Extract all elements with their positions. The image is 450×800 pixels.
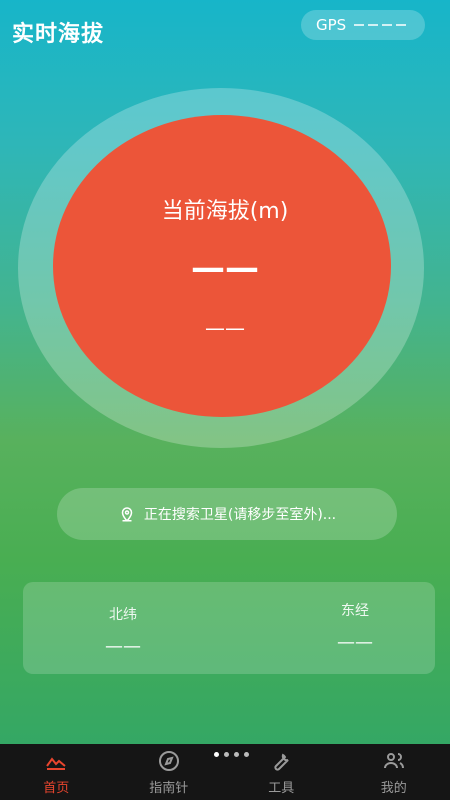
- users-icon: [383, 752, 404, 768]
- wrench-icon: [274, 753, 289, 771]
- altitude-value: ——: [191, 248, 259, 288]
- nav-item-profile[interactable]: 我的: [338, 744, 450, 800]
- altitude-secondary: ——: [205, 316, 245, 340]
- latitude-value: ——: [105, 636, 141, 657]
- nav-label-tools: 工具: [268, 780, 295, 796]
- compass-icon: [158, 750, 179, 771]
- gps-label: GPS: [316, 16, 347, 34]
- longitude-value: ——: [337, 632, 373, 653]
- nav-item-home[interactable]: 首页: [0, 744, 113, 800]
- page-title: 实时海拔: [12, 22, 105, 47]
- satellite-status-text: 正在搜索卫星(请移步至室外)...: [143, 507, 337, 523]
- nav-label-compass: 指南针: [149, 780, 189, 796]
- mountain-icon: [46, 756, 66, 770]
- longitude-block: 东经 ——: [295, 600, 415, 653]
- header: 实时海拔 GPS: [0, 0, 450, 60]
- latitude-block: 北纬 ——: [63, 604, 183, 657]
- location-pin-icon: [121, 507, 133, 522]
- nav-item-compass[interactable]: 指南针: [113, 744, 226, 800]
- gps-signal-icon: [354, 24, 407, 26]
- nav-label-home: 首页: [43, 780, 70, 796]
- altitude-label: 当前海拔(m): [161, 199, 289, 224]
- nav-label-profile: 我的: [380, 780, 407, 796]
- longitude-label: 东经: [341, 603, 369, 619]
- satellite-status-button[interactable]: 正在搜索卫星(请移步至室外)...: [57, 488, 397, 540]
- coordinates-card: 北纬 —— 东经 ——: [23, 582, 435, 674]
- gps-status-pill[interactable]: GPS: [301, 10, 425, 40]
- page-indicator: [214, 752, 249, 757]
- latitude-label: 北纬: [109, 607, 137, 623]
